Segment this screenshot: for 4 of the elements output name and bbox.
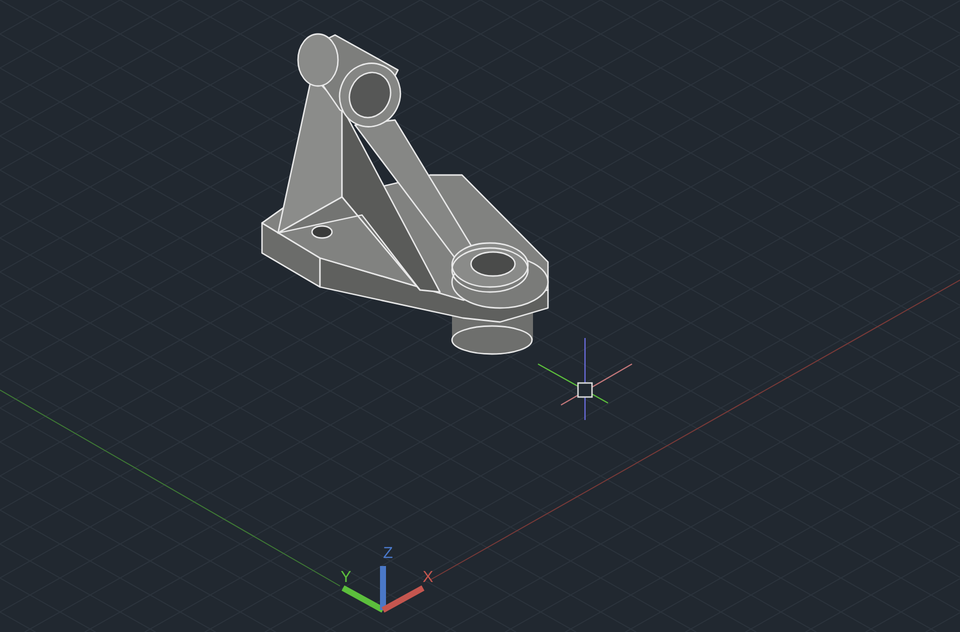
axis-label: X [422, 569, 434, 586]
axis-label: Z [383, 545, 393, 562]
crosshair-cursor-icon [538, 338, 632, 420]
axis-label: Y [340, 569, 352, 586]
